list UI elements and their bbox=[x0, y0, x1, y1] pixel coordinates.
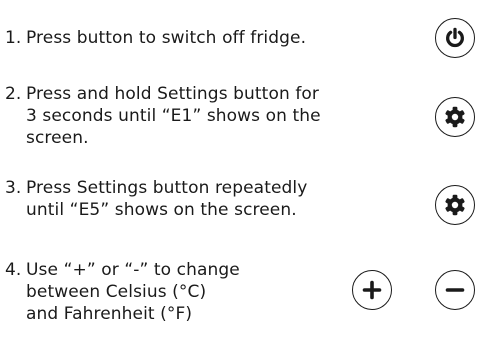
step-2-number: 2. bbox=[5, 84, 22, 104]
step-3-line-2: until “E5” shows on the screen. bbox=[26, 200, 297, 220]
step-4-text: Use “+” or “-” to change between Celsius… bbox=[5, 259, 240, 325]
settings-button-step-2[interactable] bbox=[435, 97, 475, 137]
step-4-line-3: and Fahrenheit (°F) bbox=[26, 304, 193, 324]
step-3-line-1: Press Settings button repeatedly bbox=[26, 178, 308, 198]
step-1-line-1: Press button to switch off fridge. bbox=[26, 28, 307, 48]
minus-icon bbox=[445, 288, 465, 292]
step-1-text: Press button to switch off fridge. bbox=[5, 27, 306, 49]
minus-button[interactable] bbox=[435, 270, 475, 310]
step-3-text: Press Settings button repeatedly until “… bbox=[5, 177, 307, 221]
step-2-text: Press and hold Settings button for 3 sec… bbox=[5, 83, 321, 149]
step-3: 3. Press Settings button repeatedly unti… bbox=[5, 177, 307, 221]
step-2-line-3: screen. bbox=[26, 128, 89, 148]
step-2: 2. Press and hold Settings button for 3 … bbox=[5, 83, 321, 149]
settings-gear-icon bbox=[445, 194, 465, 216]
step-1: 1. Press button to switch off fridge. bbox=[5, 27, 306, 49]
step-4-line-1: Use “+” or “-” to change bbox=[26, 260, 240, 280]
step-1-number: 1. bbox=[5, 28, 22, 48]
plus-button[interactable] bbox=[352, 270, 392, 310]
plus-icon bbox=[362, 280, 382, 300]
step-2-line-1: Press and hold Settings button for bbox=[26, 84, 320, 104]
step-2-line-2: 3 seconds until “E1” shows on the bbox=[26, 106, 321, 126]
power-icon bbox=[446, 27, 464, 48]
step-3-number: 3. bbox=[5, 178, 22, 198]
settings-gear-icon bbox=[445, 106, 465, 128]
step-4-line-2: between Celsius (°C) bbox=[26, 282, 207, 302]
step-4: 4. Use “+” or “-” to change between Cels… bbox=[5, 259, 240, 325]
settings-button-step-3[interactable] bbox=[435, 185, 475, 225]
step-4-number: 4. bbox=[5, 260, 22, 280]
power-button[interactable] bbox=[435, 18, 475, 58]
